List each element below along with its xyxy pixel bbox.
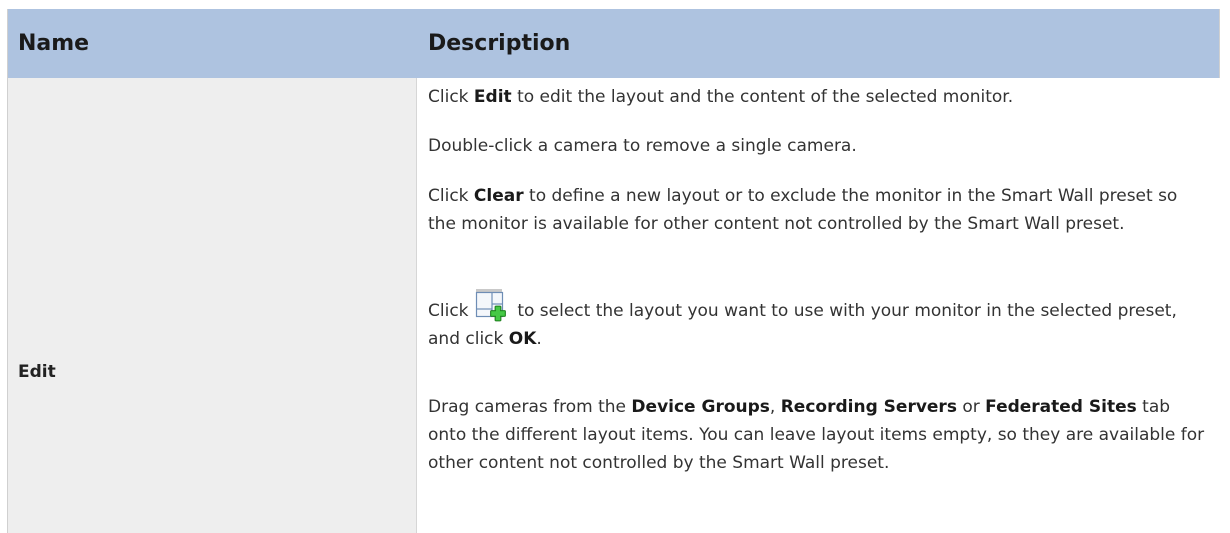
description-paragraph-2: Double-click a camera to remove a single… [428,136,857,156]
text-run: to edit the layout and the content of th… [511,87,1014,107]
bold-term-ok: OK [508,329,537,349]
properties-table: Name Description Edit Click Edit to edit… [7,9,1220,533]
description-paragraph-3: Click Clear to define a new layout or to… [428,182,1208,238]
bold-term-federated-sites: Federated Sites [985,397,1137,417]
description-paragraph-1: Click Edit to edit the layout and the co… [428,83,1208,111]
bold-term-edit: Edit [473,87,512,107]
table-cell-description: Click Edit to edit the layout and the co… [417,78,1220,533]
text-run: Click [428,87,474,107]
description-paragraph-5: Drag cameras from the Device Groups, Rec… [428,393,1208,477]
text-run: . [536,329,542,349]
description-paragraph-4: Click to select the layout you want to u… [428,288,1208,353]
text-run: , [769,397,781,417]
text-run: to define a new layout or to exclude the… [428,186,1178,234]
column-header-name: Name [18,31,90,56]
bold-term-device-groups: Device Groups [631,397,770,417]
table-cell-name: Edit [8,78,417,533]
text-run: or [956,397,986,417]
column-header-description: Description [428,31,571,56]
row-name: Edit [18,362,56,382]
text-run: Click [428,301,474,321]
bold-term-clear: Clear [473,186,524,206]
add-layout-icon [475,288,511,322]
table-header-row: Name Description [8,9,1219,78]
text-run: Click [428,186,474,206]
bold-term-recording-servers: Recording Servers [780,397,957,417]
text-run: Drag cameras from the [428,397,632,417]
